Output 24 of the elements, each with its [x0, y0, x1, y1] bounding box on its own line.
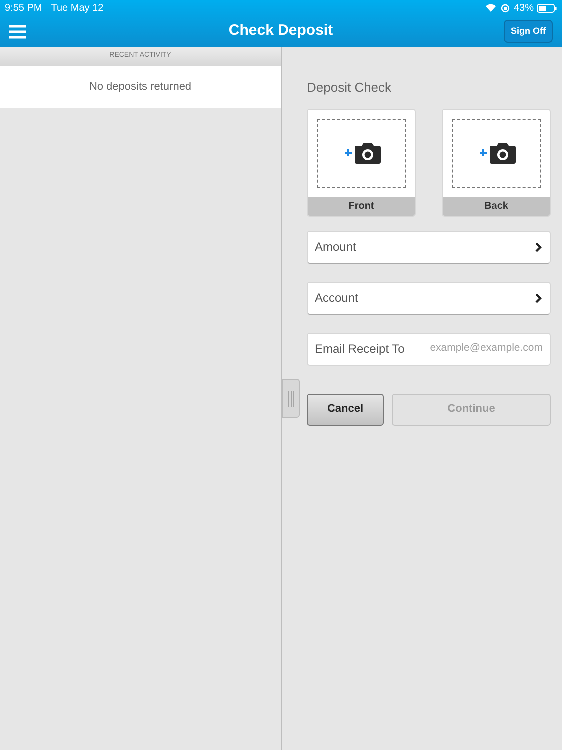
- sign-off-button[interactable]: Sign Off: [504, 20, 553, 43]
- status-time: 9:55 PM: [5, 2, 42, 16]
- grip-icon: [288, 390, 294, 406]
- menu-icon[interactable]: [9, 24, 26, 38]
- battery-icon: [537, 4, 557, 12]
- split-handle[interactable]: [282, 379, 300, 418]
- wifi-icon: [486, 4, 496, 12]
- add-camera-icon: [342, 142, 380, 164]
- email-input[interactable]: example@example.com: [414, 341, 543, 357]
- orientation-lock-icon: [500, 4, 510, 12]
- photo-capture-card[interactable]: Back: [442, 108, 551, 216]
- picker-row[interactable]: Account: [307, 282, 551, 314]
- battery-percent: 43%: [514, 2, 534, 16]
- chevron-right-icon: [535, 242, 543, 252]
- chevron-right-icon: [535, 292, 543, 304]
- form-title: Deposit Check: [307, 79, 393, 97]
- picker-row[interactable]: Amount: [307, 230, 551, 264]
- status-date: Tue May 12: [51, 2, 104, 16]
- empty-message: No deposits returned: [0, 66, 281, 108]
- page-title: Check Deposit: [228, 21, 334, 42]
- photo-capture-card[interactable]: Front: [307, 108, 416, 216]
- cancel-button[interactable]: Cancel: [307, 394, 384, 426]
- add-camera-icon: [478, 142, 516, 164]
- email-field[interactable]: Email Receipt To example@example.com: [307, 332, 551, 366]
